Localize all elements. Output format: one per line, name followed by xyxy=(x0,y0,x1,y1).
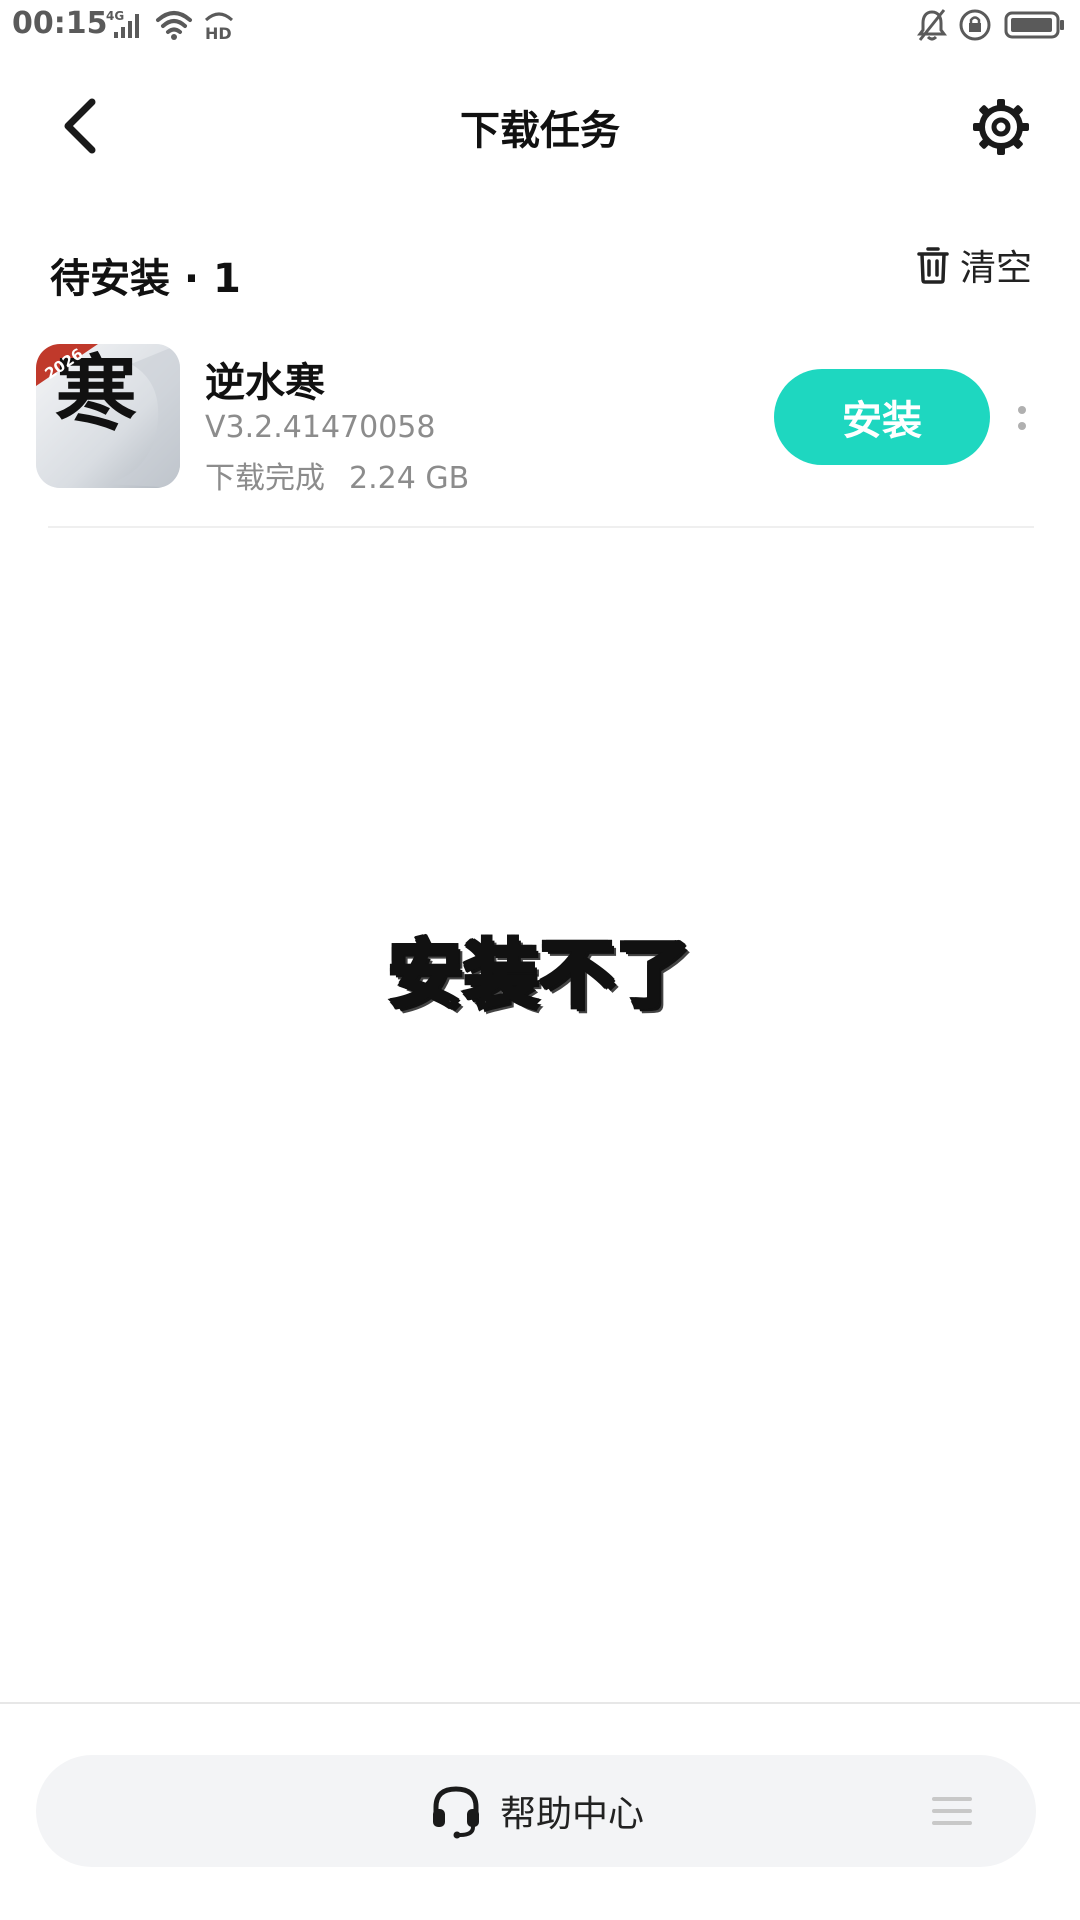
menu-icon[interactable] xyxy=(932,1796,972,1826)
network-type-label: 4G xyxy=(106,9,124,23)
wifi-icon xyxy=(155,8,193,42)
help-center-button[interactable]: 帮助中心 xyxy=(36,1755,1036,1867)
trash-icon xyxy=(917,247,949,284)
page-title: 下载任务 xyxy=(460,108,620,154)
status-time: 00:15 xyxy=(12,6,108,41)
settings-button[interactable] xyxy=(970,96,1032,158)
gear-icon xyxy=(973,99,1029,155)
signal-icon: 4G xyxy=(106,8,146,42)
clear-button[interactable]: 清空 xyxy=(916,240,1032,290)
hd-icon: HD xyxy=(202,8,236,42)
install-button[interactable]: 安装 xyxy=(774,369,990,465)
bell-muted-icon xyxy=(916,8,948,42)
more-dot-icon xyxy=(1018,406,1026,414)
clear-label: 清空 xyxy=(960,248,1033,289)
caption-overlay: 安装不了 xyxy=(386,930,692,1020)
game-logo-icon: 寒 2026 xyxy=(36,344,180,488)
help-center-label: 帮助中心 xyxy=(499,1794,644,1835)
hd-label: HD xyxy=(205,24,232,42)
more-dot-icon xyxy=(1018,422,1026,430)
status-text: 下载完成 xyxy=(205,461,325,496)
battery-icon xyxy=(1004,8,1066,42)
file-size: 2.24 GB xyxy=(349,461,470,496)
app-name: 逆水寒 xyxy=(205,360,325,406)
app-version: V3.2.41470058 xyxy=(205,410,436,445)
footer-divider xyxy=(0,1702,1080,1704)
headset-icon xyxy=(432,1786,479,1839)
rotation-lock-icon xyxy=(958,8,992,42)
download-status: 下载完成 2.24 GB xyxy=(205,453,469,497)
section-title: 待安装 · 1 xyxy=(50,256,241,302)
app-icon[interactable]: 寒 2026 xyxy=(36,344,180,488)
more-options-button[interactable] xyxy=(1010,396,1034,440)
row-divider xyxy=(48,526,1034,528)
